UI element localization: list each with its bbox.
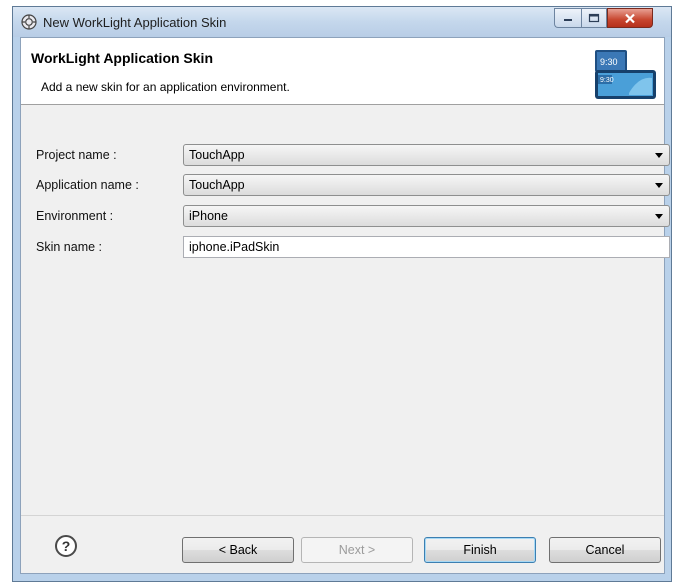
close-button[interactable] bbox=[607, 8, 653, 28]
application-name-label: Application name : bbox=[36, 178, 139, 192]
finish-button[interactable]: Finish bbox=[424, 537, 536, 563]
eclipse-app-icon bbox=[21, 14, 37, 30]
environment-value: iPhone bbox=[189, 209, 228, 223]
help-button[interactable]: ? bbox=[55, 535, 77, 557]
skin-devices-icon: 9:30 9:30 bbox=[595, 50, 656, 99]
wizard-title: WorkLight Application Skin bbox=[31, 50, 213, 66]
environment-label: Environment : bbox=[36, 209, 114, 223]
chevron-down-icon bbox=[655, 214, 663, 219]
project-name-value: TouchApp bbox=[189, 148, 245, 162]
application-name-combo[interactable]: TouchApp bbox=[183, 174, 670, 196]
minimize-icon bbox=[564, 19, 572, 21]
maximize-icon bbox=[588, 13, 600, 23]
project-name-combo[interactable]: TouchApp bbox=[183, 144, 670, 166]
graphic-time-top: 9:30 bbox=[600, 57, 618, 67]
chevron-down-icon bbox=[655, 183, 663, 188]
minimize-button[interactable] bbox=[554, 8, 581, 28]
project-name-label: Project name : bbox=[36, 148, 117, 162]
wizard-description: Add a new skin for an application enviro… bbox=[41, 80, 290, 94]
window-title: New WorkLight Application Skin bbox=[43, 15, 227, 30]
wizard-header: WorkLight Application Skin Add a new ski… bbox=[21, 38, 664, 105]
cancel-button[interactable]: Cancel bbox=[549, 537, 661, 563]
application-name-value: TouchApp bbox=[189, 178, 245, 192]
chevron-down-icon bbox=[655, 153, 663, 158]
skin-name-field[interactable] bbox=[183, 236, 670, 258]
dialog-window: New WorkLight Application Skin WorkLight… bbox=[12, 6, 672, 582]
back-button[interactable]: < Back bbox=[182, 537, 294, 563]
graphic-time-bottom: 9:30 bbox=[600, 77, 614, 84]
footer-divider bbox=[21, 515, 664, 516]
title-bar[interactable]: New WorkLight Application Skin bbox=[13, 7, 671, 37]
environment-combo[interactable]: iPhone bbox=[183, 205, 670, 227]
maximize-button[interactable] bbox=[581, 8, 607, 28]
dialog-client-area: WorkLight Application Skin Add a new ski… bbox=[20, 37, 670, 574]
skin-name-label: Skin name : bbox=[36, 240, 103, 254]
next-button[interactable]: Next > bbox=[301, 537, 413, 563]
close-icon bbox=[625, 13, 635, 23]
skin-name-input[interactable] bbox=[184, 237, 669, 257]
